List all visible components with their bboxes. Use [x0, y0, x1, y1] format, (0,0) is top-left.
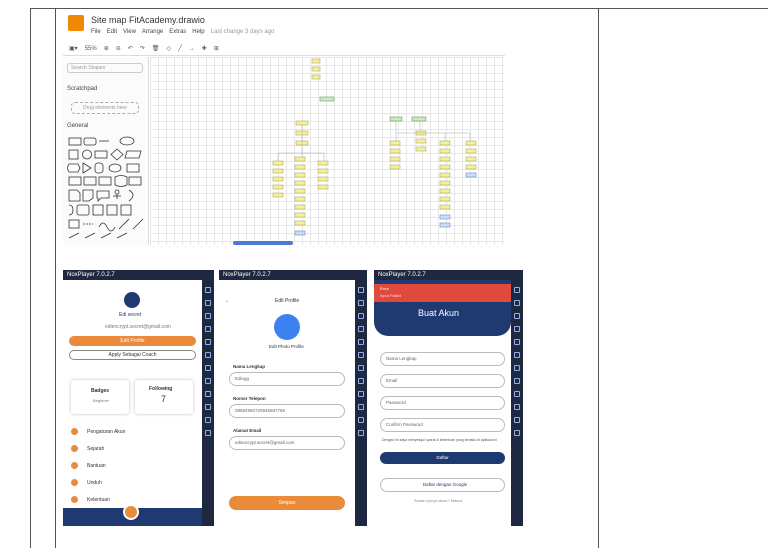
redo-icon[interactable]: ↷	[140, 45, 145, 52]
menu-help[interactable]: Help	[192, 29, 204, 35]
drawio-logo-icon	[68, 15, 84, 31]
delete-icon[interactable]: 🗑	[152, 45, 160, 52]
edit-profile-button[interactable]: Edit Profile	[69, 336, 196, 346]
scratchpad-dropzone[interactable]: Drag elements here	[71, 102, 139, 114]
menu-item-unduh[interactable]: Unduh	[71, 477, 193, 489]
menu-edit[interactable]: Edit	[107, 29, 117, 35]
canvas-scrollbar[interactable]	[233, 241, 293, 245]
menu-item-bantuan[interactable]: Bantuan	[71, 460, 193, 472]
phone-profile-screenshot: NoxPlayer 7.0.2.7 Edi secret ediencrypt.…	[63, 270, 214, 526]
error-banner: Error Input Failed	[374, 284, 511, 302]
profile-email: ediencrypt.secret@gmail.com	[105, 324, 171, 330]
name-field[interactable]: Edingg	[229, 372, 345, 386]
zoom-in-icon[interactable]: ⊕	[104, 45, 109, 52]
table-icon[interactable]: ⊞	[214, 45, 219, 52]
phone-field[interactable]: 08584960720945687765	[229, 404, 345, 418]
drawio-screenshot: Site map FitAcademy.drawio File Edit Vie…	[63, 10, 505, 245]
edit-photo-label[interactable]: Edit Photo Profile	[269, 344, 304, 349]
menu-item-sejarah[interactable]: Sejarah	[71, 443, 193, 455]
register-screen: Error Input Failed Buat Akun Nama Lengka…	[374, 280, 511, 526]
nox-titlebar: NoxPlayer 7.0.2.7	[219, 270, 367, 280]
menu-extras[interactable]: Extras	[169, 29, 186, 35]
scratchpad-header[interactable]: Scratchpad	[67, 86, 97, 92]
undo-icon[interactable]: ↶	[128, 45, 133, 52]
badges-label: Badges	[91, 388, 110, 394]
edit-profile-header: Edit Profile	[275, 298, 300, 304]
terms-checkbox[interactable]: Dengan ini saya menyetujui syarat & kete…	[382, 438, 502, 442]
general-header[interactable]: General	[67, 123, 88, 129]
register-button[interactable]: Daftar	[380, 452, 505, 464]
insert-icon[interactable]: ✚	[202, 45, 207, 52]
nox-sidebar	[511, 280, 523, 526]
error-title: Error	[380, 286, 389, 291]
login-link[interactable]: Sudah punya akun? Masuk	[414, 498, 462, 503]
badges-card: Badges Beginner	[71, 380, 129, 414]
line-icon[interactable]: ╱	[178, 45, 182, 52]
connection-icon[interactable]: →	[189, 46, 195, 52]
sitemap-diagram	[272, 58, 477, 236]
fill-icon[interactable]: ◇	[166, 45, 171, 52]
email-field[interactable]: Email	[380, 374, 505, 388]
following-value: 7	[161, 394, 167, 404]
drawio-toolbar: ▣▾ 55% ⊕ ⊖ ↶ ↷ 🗑 ◇ ╱ → ✚ ⊞	[63, 42, 505, 56]
register-heading: Buat Akun	[418, 308, 460, 318]
zoom-out-icon[interactable]: ⊖	[116, 45, 121, 52]
profile-screen: Edi secret ediencrypt.secret@gmail.com E…	[63, 280, 202, 526]
profile-photo[interactable]	[274, 314, 300, 340]
avatar	[124, 292, 140, 308]
shape-palette[interactable]	[67, 135, 147, 240]
email-label: Alamat Email	[233, 428, 262, 433]
menu-view[interactable]: View	[123, 29, 136, 35]
google-register-button[interactable]: Daftar dengan Google	[380, 478, 505, 492]
following-card: Following 7	[135, 380, 193, 414]
nox-titlebar: NoxPlayer 7.0.2.7	[374, 270, 523, 280]
apply-coach-button[interactable]: Apply Sebagai Coach	[69, 350, 196, 360]
profile-name: Edi secret	[119, 312, 142, 318]
phone-edit-profile-screenshot: NoxPlayer 7.0.2.7 ← Edit Profile Edit Ph…	[219, 270, 367, 526]
diagram-canvas[interactable]	[150, 57, 505, 245]
table-divider	[55, 8, 56, 548]
shape-search-input[interactable]: Search Shapes	[67, 63, 143, 73]
badges-value: Beginner	[93, 398, 110, 403]
following-label: Following	[149, 386, 173, 392]
table-border-left	[30, 8, 31, 548]
drawio-title: Site map FitAcademy.drawio	[91, 15, 205, 25]
shape-sidebar: Search Shapes Scratchpad Drag elements h…	[63, 57, 149, 245]
menu-file[interactable]: File	[91, 29, 101, 35]
home-fab-button[interactable]	[123, 504, 139, 520]
back-arrow-icon[interactable]: ←	[225, 298, 230, 304]
edit-profile-screen: ← Edit Profile Edit Photo Profile Nama L…	[219, 280, 355, 526]
zoom-level[interactable]: 55%	[85, 46, 97, 52]
confirm-password-field[interactable]: Confirm Password	[380, 418, 505, 432]
name-label: Nama Lengkap	[233, 364, 266, 369]
fullname-field[interactable]: Nama Lengkap	[380, 352, 505, 366]
drawio-menubar: File Edit View Arrange Extras Help Last …	[91, 29, 274, 35]
phone-label: Nomor Telepon	[233, 396, 266, 401]
menu-arrange[interactable]: Arrange	[142, 29, 163, 35]
table-border-top	[30, 8, 768, 9]
table-divider	[598, 8, 599, 548]
email-field[interactable]: ediencrypt.secret@gmail.com	[229, 436, 345, 450]
format-icon[interactable]: ▣▾	[69, 45, 78, 52]
last-change: Last change 3 days ago	[210, 29, 275, 35]
menu-item-pengaturan[interactable]: Pengaturan Akun	[71, 426, 193, 438]
error-message: Input Failed	[380, 293, 401, 298]
save-button[interactable]: Simpan	[229, 496, 345, 510]
nox-sidebar	[355, 280, 367, 526]
password-field[interactable]: Password	[380, 396, 505, 410]
phone-register-screenshot: NoxPlayer 7.0.2.7 Error Input Failed Bua…	[374, 270, 523, 526]
nox-titlebar: NoxPlayer 7.0.2.7	[63, 270, 214, 280]
nox-sidebar	[202, 280, 214, 526]
